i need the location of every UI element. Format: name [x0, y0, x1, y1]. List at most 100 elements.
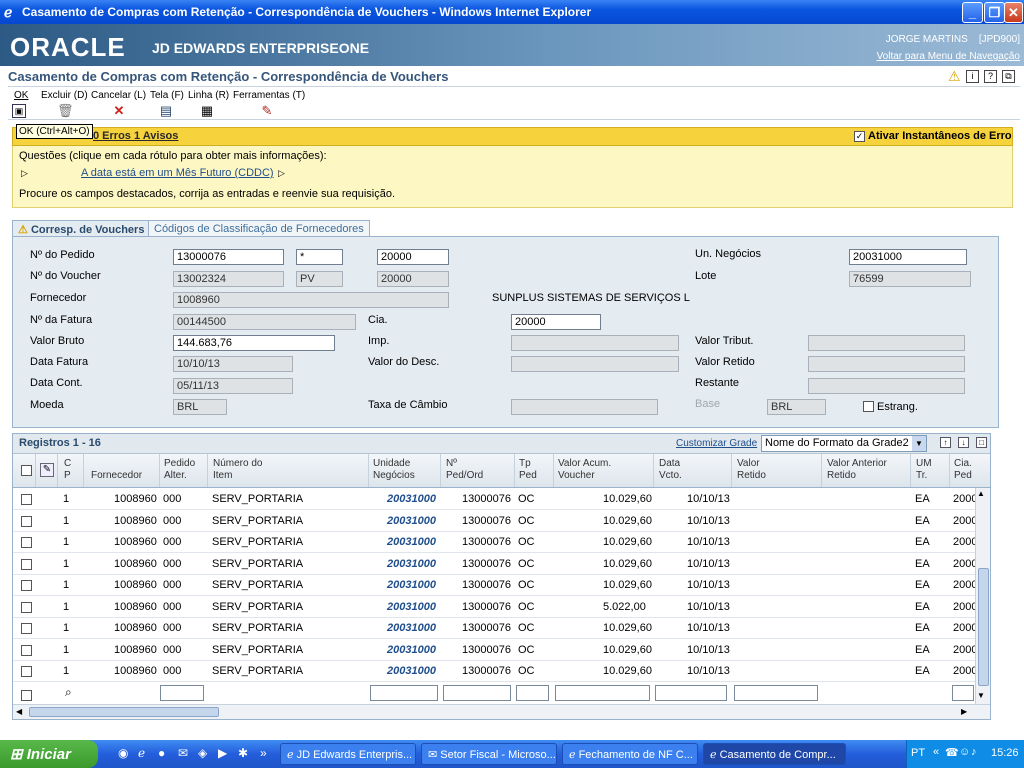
minimize-button[interactable]: _	[962, 2, 983, 23]
cell-unidade-negocios[interactable]: 20031000	[387, 558, 436, 570]
quicklaunch-ie-icon[interactable]: ℯ	[138, 746, 145, 760]
maximize-grid-icon[interactable]: □	[976, 437, 987, 448]
col-fornecedor[interactable]: Fornecedor	[91, 470, 142, 482]
col-valor-retido[interactable]: Valor Retido	[737, 458, 766, 482]
import-icon[interactable]: ↓	[958, 437, 969, 448]
language-indicator[interactable]: PT	[911, 747, 925, 759]
tela-label[interactable]: Tela (F)	[150, 90, 184, 101]
error-snapshot-checkbox[interactable]: ✓	[854, 131, 865, 142]
col-cp[interactable]: C P	[64, 458, 71, 482]
cell-unidade-negocios[interactable]: 20031000	[387, 493, 436, 505]
cell-unidade-negocios[interactable]: 20031000	[387, 515, 436, 527]
qbe-valor-acum[interactable]	[555, 685, 650, 701]
quicklaunch-settings-icon[interactable]: ✱	[238, 746, 248, 760]
col-pedido-alter[interactable]: Pedido Alter.	[164, 458, 195, 482]
col-unidade-negocios[interactable]: Unidade Negócios	[373, 458, 415, 482]
table-row[interactable]: 1 1008960 000 SERV_PORTARIA 20031000 13000076…	[13, 661, 977, 682]
quicklaunch-firefox-icon[interactable]: ●	[158, 746, 165, 760]
col-data-vcto[interactable]: Data Vcto.	[659, 458, 682, 482]
row-checkbox[interactable]	[21, 515, 32, 527]
col-tp-ped[interactable]: Tp Ped	[519, 458, 537, 482]
qbe-tp-ped[interactable]	[516, 685, 549, 701]
qbe-pedido-alter[interactable]	[160, 685, 204, 701]
qbe-checkbox[interactable]	[21, 690, 32, 701]
tools-icon[interactable]: ✎	[260, 104, 274, 118]
taskbar-item-jde[interactable]: ℯ JD Edwards Enterpris...	[280, 743, 416, 765]
row-checkbox[interactable]	[21, 601, 32, 613]
quicklaunch-chrome-icon[interactable]: ◉	[118, 746, 128, 760]
taskbar-item-casamento[interactable]: ℯ Casamento de Compr...	[703, 743, 846, 765]
quicklaunch-outlook-icon[interactable]: ✉	[178, 746, 188, 760]
quicklaunch-media-icon[interactable]: ▶	[218, 746, 227, 760]
scroll-right-icon[interactable]: ▶	[961, 707, 967, 716]
cell-unidade-negocios[interactable]: 20031000	[387, 536, 436, 548]
window-titlebar[interactable]: ℯ Casamento de Compras com Retenção - Co…	[0, 0, 1024, 24]
valor-bruto-input[interactable]: 144.683,76	[173, 335, 335, 351]
qbe-cia[interactable]	[952, 685, 974, 701]
col-valor-anterior[interactable]: Valor Anterior Retido	[827, 458, 887, 482]
tab-corresp-vouchers[interactable]: ⚠ Corresp. de Vouchers	[12, 220, 151, 237]
row-checkbox[interactable]	[21, 558, 32, 570]
table-row[interactable]: 1 1008960 000 SERV_PORTARIA 20031000 13000076…	[13, 554, 977, 575]
cell-unidade-negocios[interactable]: 20031000	[387, 644, 436, 656]
scroll-up-icon[interactable]: ▲	[977, 489, 985, 498]
personalize-icon[interactable]: ⧉	[1002, 70, 1015, 83]
expand-arrow-icon[interactable]: ▷	[21, 168, 28, 179]
vertical-scroll-thumb[interactable]	[978, 568, 989, 686]
table-row[interactable]: 1 1008960 000 SERV_PORTARIA 20031000 13000076…	[13, 489, 977, 510]
scroll-down-icon[interactable]: ▼	[977, 691, 985, 700]
qbe-ped-ord[interactable]	[443, 685, 511, 701]
table-row[interactable]: 1 1008960 000 SERV_PORTARIA 20031000 13000076…	[13, 511, 977, 532]
tray-back-icon[interactable]: «	[933, 746, 939, 758]
qbe-valor-retido[interactable]	[734, 685, 818, 701]
grid-vertical-scrollbar[interactable]: ▲ ▼	[975, 488, 990, 704]
col-um[interactable]: UM Tr.	[916, 458, 932, 482]
warning-icon[interactable]: ⚠	[948, 68, 961, 85]
ferramentas-label[interactable]: Ferramentas (T)	[233, 90, 305, 101]
select-all-checkbox[interactable]	[21, 465, 32, 476]
edit-row-icon[interactable]: ✎	[40, 463, 54, 477]
cell-unidade-negocios[interactable]: 20031000	[387, 579, 436, 591]
row-checkbox[interactable]	[21, 494, 32, 505]
info-icon[interactable]: i	[966, 70, 979, 83]
row-checkbox[interactable]	[21, 644, 32, 656]
grid-format-select[interactable]: Nome do Formato da Grade2 ▼	[761, 435, 927, 452]
trash-icon[interactable]: 🗑	[57, 104, 74, 118]
cancelar-label[interactable]: Cancelar (L)	[91, 90, 146, 101]
save-icon[interactable]: ▣	[12, 104, 26, 118]
row-checkbox[interactable]	[21, 623, 32, 634]
customize-grid-link[interactable]: Customizar Grade	[676, 438, 757, 449]
tab-codigos-fornecedores[interactable]: Códigos de Classificação de Fornecedores	[148, 220, 370, 237]
pedido-cia-input[interactable]: 20000	[377, 249, 449, 265]
row-menu-icon[interactable]: ▦	[200, 104, 214, 118]
warning-link[interactable]: A data está em um Mês Futuro (CDDC)	[81, 167, 274, 179]
quicklaunch-app-icon[interactable]: ◈	[198, 746, 207, 760]
close-button[interactable]: ✕	[1004, 2, 1023, 23]
form-menu-icon[interactable]: ▤	[159, 104, 173, 118]
row-checkbox[interactable]	[21, 666, 32, 677]
next-arrow-icon[interactable]: ▷	[278, 168, 285, 179]
row-checkbox[interactable]	[21, 537, 32, 548]
taskbar-item-setor-fiscal[interactable]: ✉ Setor Fiscal - Microso...	[421, 743, 557, 765]
tray-network-icon[interactable]: ☎	[945, 746, 959, 759]
pedido-number-input[interactable]: 13000076	[173, 249, 284, 265]
export-icon[interactable]: ↑	[940, 437, 951, 448]
clock[interactable]: 15:26	[991, 747, 1019, 759]
col-ped-ord[interactable]: Nº Ped/Ord	[446, 458, 483, 482]
start-button[interactable]: ⊞ Iniciar	[0, 740, 98, 768]
horizontal-scroll-thumb[interactable]	[29, 707, 219, 717]
col-valor-acum[interactable]: Valor Acum. Voucher	[558, 458, 611, 482]
cancel-icon[interactable]: ✕	[112, 104, 126, 118]
pedido-type-input[interactable]: *	[296, 249, 343, 265]
table-row[interactable]: 1 1008960 000 SERV_PORTARIA 20031000 13000076…	[13, 532, 977, 553]
quicklaunch-more-icon[interactable]: »	[260, 746, 267, 760]
cell-unidade-negocios[interactable]: 20031000	[387, 665, 436, 677]
row-checkbox[interactable]	[21, 580, 32, 591]
search-icon[interactable]: ⌕	[65, 685, 72, 700]
back-to-menu-link[interactable]: Voltar para Menu de Navegação	[877, 51, 1020, 62]
excluir-label[interactable]: Excluir (D)	[41, 90, 88, 101]
cell-unidade-negocios[interactable]: 20031000	[387, 622, 436, 634]
col-cia-ped[interactable]: Cia. Ped	[954, 458, 972, 482]
qbe-data-vcto[interactable]	[655, 685, 727, 701]
tray-app-icon[interactable]: ☺	[959, 746, 970, 758]
